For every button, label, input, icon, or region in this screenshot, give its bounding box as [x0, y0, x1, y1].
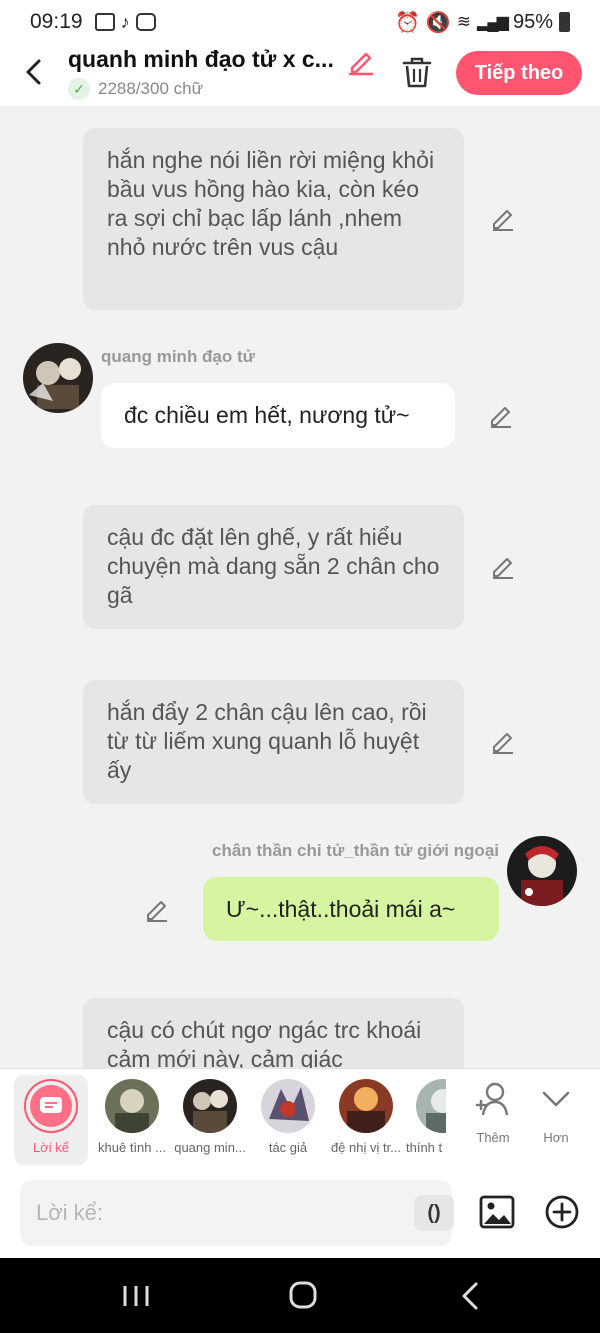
- top-bar: quanh minh đạo tử x c... ✓ 2288/300 chữ …: [0, 44, 600, 106]
- character-5[interactable]: thính t: [404, 1075, 446, 1165]
- signal-icon: ▂▄▆: [477, 14, 509, 31]
- avatar-image: [23, 343, 93, 413]
- character-label: đệ nhị vị tr...: [330, 1140, 402, 1155]
- character-avatar: [261, 1079, 315, 1133]
- back-button[interactable]: [18, 52, 52, 92]
- character-label: tác giả: [268, 1140, 308, 1155]
- image-picker-icon[interactable]: [478, 1193, 516, 1231]
- speaker-name: quang minh đạo tử: [101, 347, 255, 366]
- character-3[interactable]: tác giả: [248, 1075, 328, 1165]
- narration-bubble[interactable]: hắn nghe nói liền rời miệng khỏi bầu vus…: [83, 128, 464, 310]
- edit-message-icon[interactable]: [490, 206, 516, 232]
- character-message-bubble[interactable]: đc chiều em hết, nương tử~: [101, 383, 455, 448]
- chat-area[interactable]: hắn nghe nói liền rời miệng khỏi bầu vus…: [0, 106, 600, 1068]
- avatar-quang-minh[interactable]: [23, 343, 93, 413]
- word-count: 2288/300 chữ: [98, 79, 203, 98]
- character-1[interactable]: khuê tình ...: [92, 1075, 172, 1165]
- character-selector: Lời kể khuê tình ... quang min... tác gi…: [0, 1068, 600, 1168]
- more-characters-button[interactable]: Hơn: [526, 1081, 586, 1145]
- story-title: quanh minh đạo tử x c...: [68, 46, 334, 72]
- status-time: 09:19: [30, 10, 83, 33]
- character-2[interactable]: quang min...: [170, 1075, 250, 1165]
- mute-icon: 🔇: [425, 11, 451, 34]
- alarm-icon: ⏰: [394, 11, 420, 34]
- edit-message-icon[interactable]: [490, 729, 516, 755]
- battery-icon: [559, 12, 570, 32]
- character-avatar: [105, 1079, 159, 1133]
- narration-icon: [40, 1097, 62, 1113]
- message-text: cậu có chút ngơ ngác trc khoái cảm mới n…: [107, 1017, 422, 1068]
- user-message-bubble[interactable]: Ư~...thật..thoải mái a~: [203, 877, 499, 941]
- next-button[interactable]: Tiếp theo: [456, 51, 582, 95]
- status-bar: 09:19 ♪ ⏰ 🔇 ≋ ▂▄▆ 95%: [0, 0, 600, 44]
- narration-bubble[interactable]: cậu đc đặt lên ghế, y rất hiểu chuyện mà…: [83, 505, 464, 629]
- message-input[interactable]: [36, 1180, 396, 1246]
- message-text: hắn đẩy 2 chân cậu lên cao, rồi từ từ li…: [107, 699, 427, 783]
- character-label: Lời kể: [33, 1140, 69, 1155]
- parenthesis-button[interactable]: (): [414, 1195, 454, 1231]
- input-bar: (): [0, 1168, 600, 1258]
- add-character-button[interactable]: Thêm: [463, 1081, 523, 1145]
- character-narration[interactable]: Lời kể: [14, 1075, 88, 1165]
- more-label: Hơn: [543, 1130, 569, 1145]
- chevron-down-icon: [542, 1091, 570, 1107]
- system-nav-bar: [0, 1258, 600, 1333]
- message-text: cậu đc đặt lên ghế, y rất hiểu chuyện mà…: [107, 524, 440, 608]
- video-icon: [135, 13, 156, 31]
- avatar-image: [507, 836, 577, 906]
- narration-bubble[interactable]: cậu có chút ngơ ngác trc khoái cảm mới n…: [83, 998, 464, 1068]
- add-icon[interactable]: [543, 1193, 581, 1231]
- character-avatar: [183, 1079, 237, 1133]
- message-text: đc chiều em hết, nương tử~: [124, 402, 410, 428]
- character-label: quang min...: [174, 1140, 246, 1155]
- add-person-icon: [476, 1082, 509, 1116]
- edit-message-icon[interactable]: [144, 897, 170, 923]
- message-text: hắn nghe nói liền rời miệng khỏi bầu vus…: [107, 147, 435, 260]
- battery-label: 95%: [512, 10, 553, 33]
- recent-apps-icon[interactable]: [116, 1278, 156, 1314]
- home-icon[interactable]: [283, 1278, 323, 1314]
- gallery-icon: [94, 13, 115, 31]
- message-field: (): [20, 1180, 454, 1246]
- edit-title-icon[interactable]: [346, 46, 376, 76]
- delete-button[interactable]: [400, 54, 434, 90]
- character-avatar: [416, 1079, 446, 1133]
- character-label: thính t: [406, 1140, 443, 1155]
- edit-message-icon[interactable]: [488, 403, 514, 429]
- chevron-left-icon: [26, 59, 41, 85]
- speaker-name: chân thần chi tử_thần tử giới ngoại: [212, 841, 499, 860]
- add-label: Thêm: [476, 1130, 510, 1145]
- check-icon: ✓: [68, 78, 90, 100]
- message-text: Ư~...thật..thoải mái a~: [226, 896, 456, 922]
- character-avatar: [339, 1079, 393, 1133]
- app-notification-icon: ♪: [120, 11, 130, 32]
- narration-bubble[interactable]: hắn đẩy 2 chân cậu lên cao, rồi từ từ li…: [83, 680, 464, 804]
- character-label: khuê tình ...: [98, 1140, 166, 1155]
- edit-message-icon[interactable]: [490, 554, 516, 580]
- back-nav-icon[interactable]: [452, 1278, 492, 1314]
- wifi-icon: ≋: [456, 12, 472, 31]
- word-count-row: ✓ 2288/300 chữ: [68, 78, 203, 100]
- avatar-chan-than[interactable]: [507, 836, 577, 906]
- character-4[interactable]: đệ nhị vị tr...: [326, 1075, 406, 1165]
